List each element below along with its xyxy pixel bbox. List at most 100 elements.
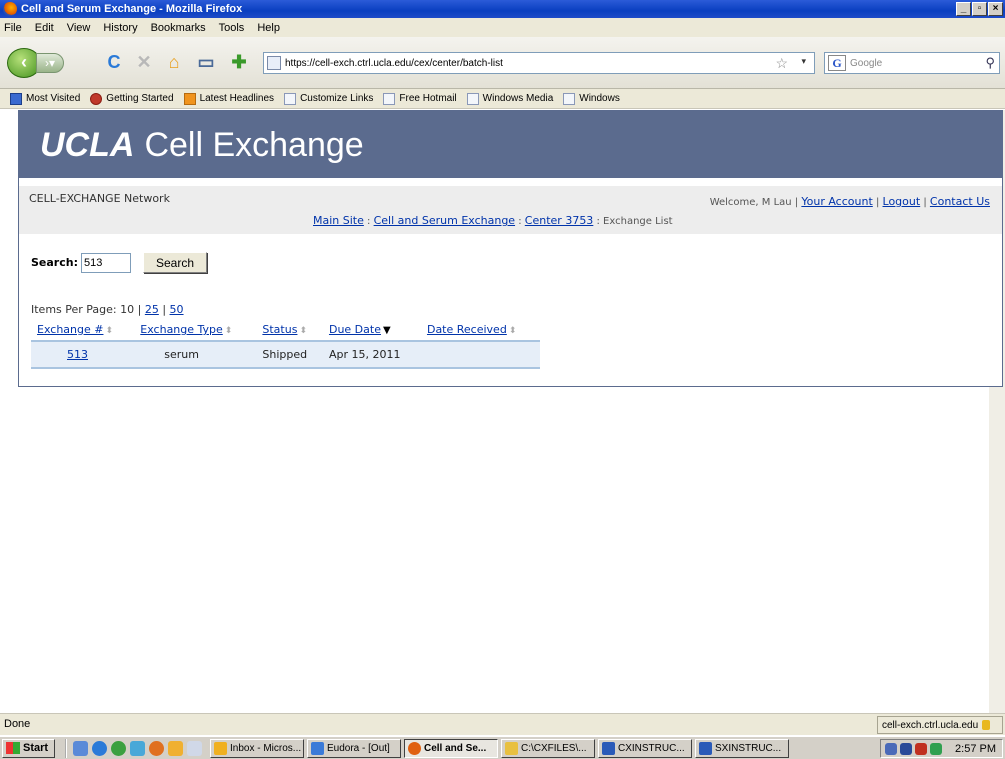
sort-icon: ⬍ bbox=[299, 326, 307, 336]
url-dropdown-icon[interactable]: ▾ bbox=[801, 56, 806, 67]
site-logo[interactable]: UCLA Cell Exchange bbox=[40, 126, 364, 165]
column-exchange-number[interactable]: Exchange # ⬍ bbox=[31, 319, 135, 342]
url-text[interactable]: https://cell-exch.ctrl.ucla.edu/cex/cent… bbox=[285, 58, 503, 69]
column-status[interactable]: Status ⬍ bbox=[256, 319, 323, 342]
lock-icon[interactable] bbox=[982, 720, 991, 730]
outlook-icon[interactable] bbox=[168, 740, 183, 756]
menu-bookmarks[interactable]: Bookmarks bbox=[151, 22, 206, 34]
maximize-button[interactable]: ▫ bbox=[972, 2, 987, 16]
menu-bar: File Edit View History Bookmarks Tools H… bbox=[0, 18, 1005, 37]
google-engine-icon[interactable]: G bbox=[828, 55, 846, 71]
minimize-button[interactable]: _ bbox=[956, 2, 971, 16]
bookmark-label: Windows Media bbox=[482, 93, 554, 104]
notepad-icon[interactable] bbox=[187, 740, 202, 756]
bookmark-star-icon[interactable]: ☆ bbox=[775, 55, 788, 72]
breadcrumb-cell-serum-exchange[interactable]: Cell and Serum Exchange bbox=[374, 214, 515, 227]
column-due-date[interactable]: Due Date ▼ bbox=[322, 319, 421, 342]
clock[interactable]: 2:57 PM bbox=[955, 743, 996, 755]
exchange-link[interactable]: 513 bbox=[67, 348, 88, 361]
search-label: Search: bbox=[31, 256, 78, 269]
internet-explorer-icon[interactable] bbox=[92, 740, 107, 756]
web-search-box[interactable]: G Google ⚲ bbox=[824, 52, 1000, 74]
breadcrumb: Main Site : Cell and Serum Exchange : Ce… bbox=[313, 214, 673, 227]
menu-edit[interactable]: Edit bbox=[35, 22, 54, 34]
column-header-label[interactable]: Exchange Type bbox=[140, 323, 223, 336]
column-header-label[interactable]: Status bbox=[262, 323, 297, 336]
menu-tools[interactable]: Tools bbox=[219, 22, 245, 34]
page-icon bbox=[284, 92, 297, 105]
search-input[interactable] bbox=[80, 252, 131, 273]
separator: | bbox=[134, 303, 145, 316]
word-document-icon bbox=[602, 741, 615, 755]
close-button[interactable]: × bbox=[988, 2, 1003, 16]
url-bar[interactable]: https://cell-exch.ctrl.ucla.edu/cex/cent… bbox=[263, 52, 815, 74]
taskbar-firefox[interactable]: Cell and Se... bbox=[404, 738, 498, 758]
bookmark-windows[interactable]: Windows bbox=[563, 92, 620, 105]
bookmark-latest-headlines[interactable]: Latest Headlines bbox=[183, 92, 274, 105]
volume-icon[interactable] bbox=[885, 742, 897, 755]
most-visited-icon bbox=[10, 92, 22, 105]
bookmark-most-visited[interactable]: Most Visited bbox=[10, 92, 80, 105]
messenger-icon[interactable] bbox=[130, 740, 145, 756]
exchange-table: Exchange # ⬍ Exchange Type ⬍ Status ⬍ Due D… bbox=[31, 319, 540, 369]
bookmark-customize-links[interactable]: Customize Links bbox=[284, 92, 373, 105]
reload-icon[interactable]: C bbox=[103, 51, 125, 73]
items-per-page-25[interactable]: 25 bbox=[145, 303, 159, 316]
quick-launch bbox=[65, 738, 202, 758]
taskbar-cxinstruc[interactable]: CXINSTRUC... bbox=[598, 738, 692, 758]
taskbar-inbox[interactable]: Inbox - Micros... bbox=[210, 738, 304, 758]
forward-button[interactable]: ›▾ bbox=[36, 53, 64, 73]
outlook-icon bbox=[214, 741, 227, 755]
print-icon[interactable]: ▭ bbox=[195, 51, 217, 73]
cell-date-received bbox=[420, 341, 540, 369]
show-desktop-icon[interactable] bbox=[73, 740, 88, 756]
bookmark-label: Windows bbox=[579, 93, 620, 104]
new-tab-icon[interactable]: ✚ bbox=[228, 51, 250, 73]
brand-ucla: UCLA bbox=[40, 126, 135, 164]
column-date-received[interactable]: Date Received ⬍ bbox=[420, 319, 540, 342]
web-search-placeholder[interactable]: Google bbox=[850, 58, 882, 69]
media-player-icon[interactable] bbox=[111, 740, 126, 756]
task-label: Eudora - [Out] bbox=[327, 742, 390, 754]
sort-icon: ⬍ bbox=[105, 326, 114, 336]
search-button[interactable]: Search bbox=[142, 252, 207, 273]
taskbar-sxinstruc[interactable]: SXINSTRUC... bbox=[695, 738, 789, 758]
column-exchange-type[interactable]: Exchange Type ⬍ bbox=[134, 319, 257, 342]
stop-icon[interactable]: ✕ bbox=[133, 51, 155, 73]
search-icon[interactable]: ⚲ bbox=[985, 55, 995, 71]
firefox-launch-icon[interactable] bbox=[149, 740, 164, 756]
breadcrumb-center[interactable]: Center 3753 bbox=[525, 214, 594, 227]
cell-exchange-number: 513 bbox=[31, 341, 135, 369]
breadcrumb-main-site[interactable]: Main Site bbox=[313, 214, 364, 227]
update-icon[interactable] bbox=[930, 742, 942, 755]
welcome-text: Welcome, M Lau bbox=[709, 197, 792, 208]
menu-view[interactable]: View bbox=[67, 22, 91, 34]
menu-file[interactable]: File bbox=[4, 22, 22, 34]
column-header-label[interactable]: Date Received bbox=[427, 323, 507, 336]
window-titlebar: Cell and Serum Exchange - Mozilla Firefo… bbox=[0, 0, 1005, 18]
ssl-host-indicator[interactable]: cell-exch.ctrl.ucla.edu bbox=[877, 716, 1003, 734]
breadcrumb-separator: : bbox=[363, 216, 374, 227]
menu-history[interactable]: History bbox=[103, 22, 137, 34]
contact-us-link[interactable]: Contact Us bbox=[930, 195, 990, 208]
bookmark-windows-media[interactable]: Windows Media bbox=[466, 92, 554, 105]
items-per-page-50[interactable]: 50 bbox=[170, 303, 184, 316]
start-button[interactable]: Start bbox=[2, 738, 55, 758]
window-controls: _ ▫ × bbox=[956, 2, 1003, 16]
your-account-link[interactable]: Your Account bbox=[801, 195, 872, 208]
column-header-label[interactable]: Due Date bbox=[329, 323, 381, 336]
column-header-label[interactable]: Exchange # bbox=[37, 323, 103, 336]
logout-link[interactable]: Logout bbox=[883, 195, 921, 208]
home-icon[interactable]: ⌂ bbox=[163, 51, 185, 73]
antivirus-icon[interactable] bbox=[915, 742, 927, 755]
network-icon[interactable] bbox=[900, 742, 912, 755]
separator: | bbox=[158, 303, 170, 316]
bookmark-getting-started[interactable]: Getting Started bbox=[90, 92, 174, 105]
breadcrumb-separator: : bbox=[593, 216, 604, 227]
bookmark-free-hotmail[interactable]: Free Hotmail bbox=[383, 92, 457, 105]
taskbar-cxfiles[interactable]: C:\CXFILES\... bbox=[501, 738, 595, 758]
menu-help[interactable]: Help bbox=[257, 22, 280, 34]
taskbar-eudora[interactable]: Eudora - [Out] bbox=[307, 738, 401, 758]
folder-search-icon bbox=[505, 741, 518, 755]
task-label: Cell and Se... bbox=[424, 742, 487, 754]
